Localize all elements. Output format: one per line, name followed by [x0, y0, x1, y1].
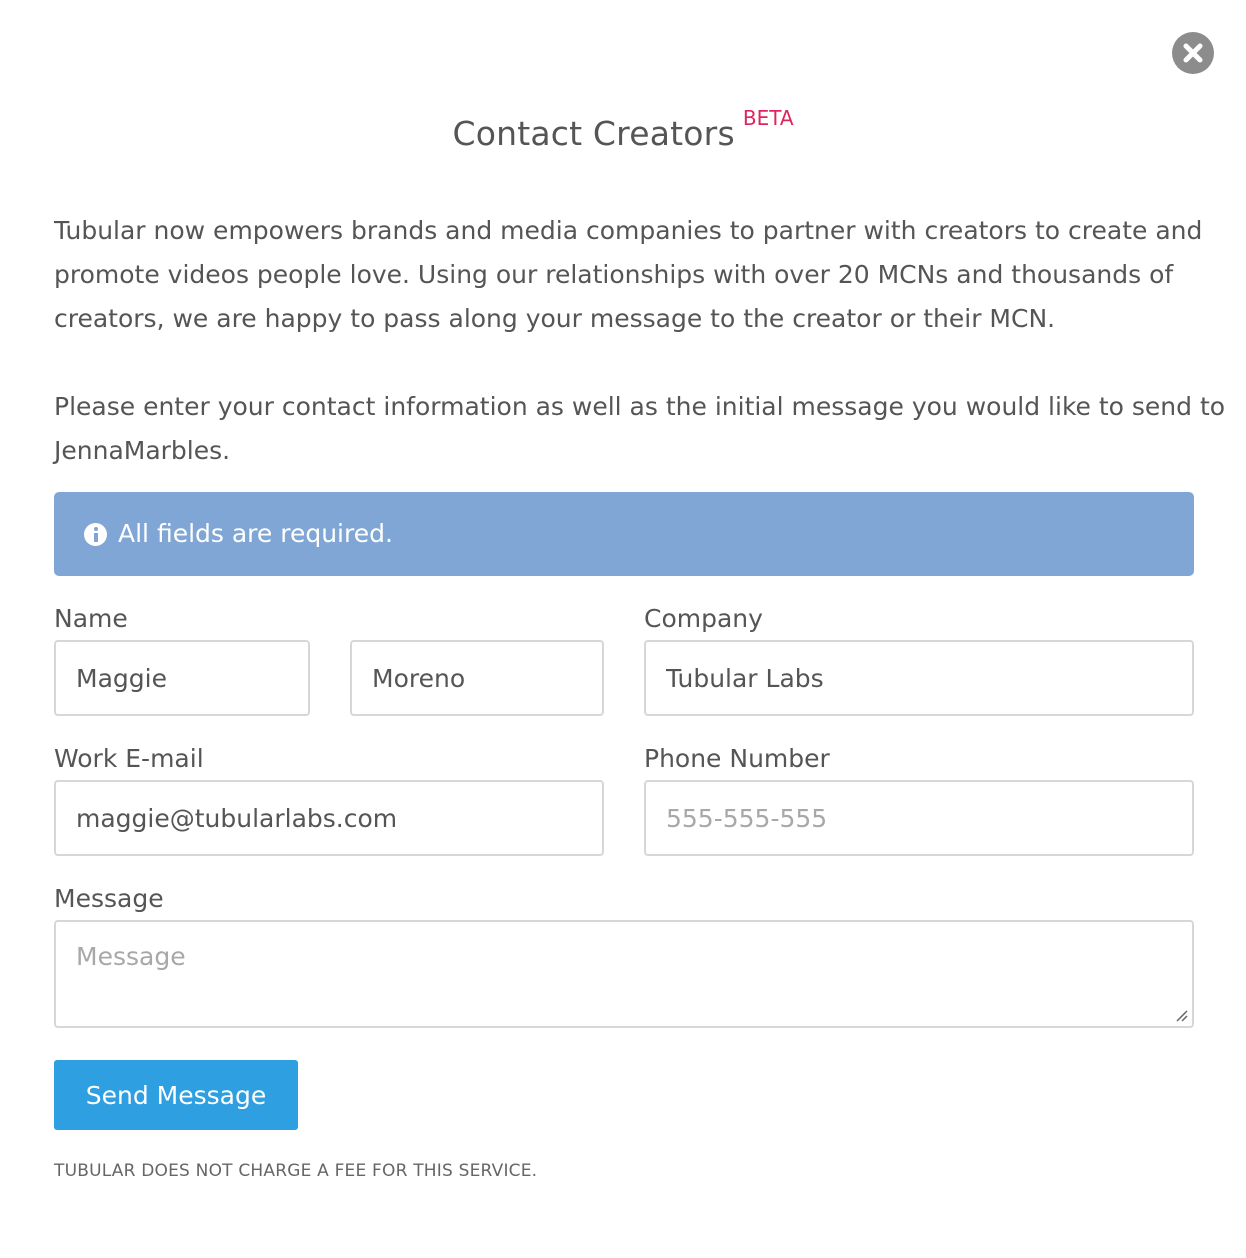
- alert-text: All fields are required.: [118, 519, 393, 548]
- intro-line: creators, we are happy to pass along you…: [54, 304, 1056, 333]
- message-label: Message: [54, 884, 164, 913]
- email-input[interactable]: [54, 780, 604, 856]
- first-name-input[interactable]: [54, 640, 310, 716]
- required-fields-alert: All fields are required.: [54, 492, 1194, 576]
- phone-input[interactable]: [644, 780, 1194, 856]
- intro-line: Tubular now empowers brands and media co…: [54, 216, 1203, 245]
- intro-text: Tubular now empowers brands and media co…: [54, 209, 1214, 341]
- modal-header: Contact Creators BETA: [0, 106, 1246, 153]
- fee-disclaimer: TUBULAR DOES NOT CHARGE A FEE FOR THIS S…: [54, 1161, 538, 1181]
- company-input[interactable]: [644, 640, 1194, 716]
- email-label: Work E-mail: [54, 744, 204, 773]
- info-icon: [84, 523, 107, 546]
- intro-line: promote videos people love. Using our re…: [54, 260, 1174, 289]
- send-message-button[interactable]: Send Message: [54, 1060, 298, 1130]
- contact-creators-modal: Contact Creators BETA Tubular now empower…: [0, 0, 1246, 1258]
- resize-handle-icon[interactable]: [1174, 1008, 1188, 1022]
- info-icon-stem: [94, 533, 98, 542]
- instruction-text: Please enter your contact information as…: [54, 385, 1226, 473]
- modal-title: Contact Creators: [452, 114, 735, 153]
- beta-badge: BETA: [742, 106, 794, 130]
- close-button[interactable]: [1172, 32, 1214, 74]
- last-name-input[interactable]: [350, 640, 604, 716]
- close-icon: [1183, 43, 1203, 63]
- instruction-line: JennaMarbles.: [54, 436, 231, 465]
- instruction-line: Please enter your contact information as…: [54, 392, 1226, 421]
- info-icon-dot: [94, 527, 98, 531]
- message-textarea[interactable]: [54, 920, 1194, 1028]
- company-label: Company: [644, 604, 763, 633]
- name-label: Name: [54, 604, 128, 633]
- phone-label: Phone Number: [644, 744, 830, 773]
